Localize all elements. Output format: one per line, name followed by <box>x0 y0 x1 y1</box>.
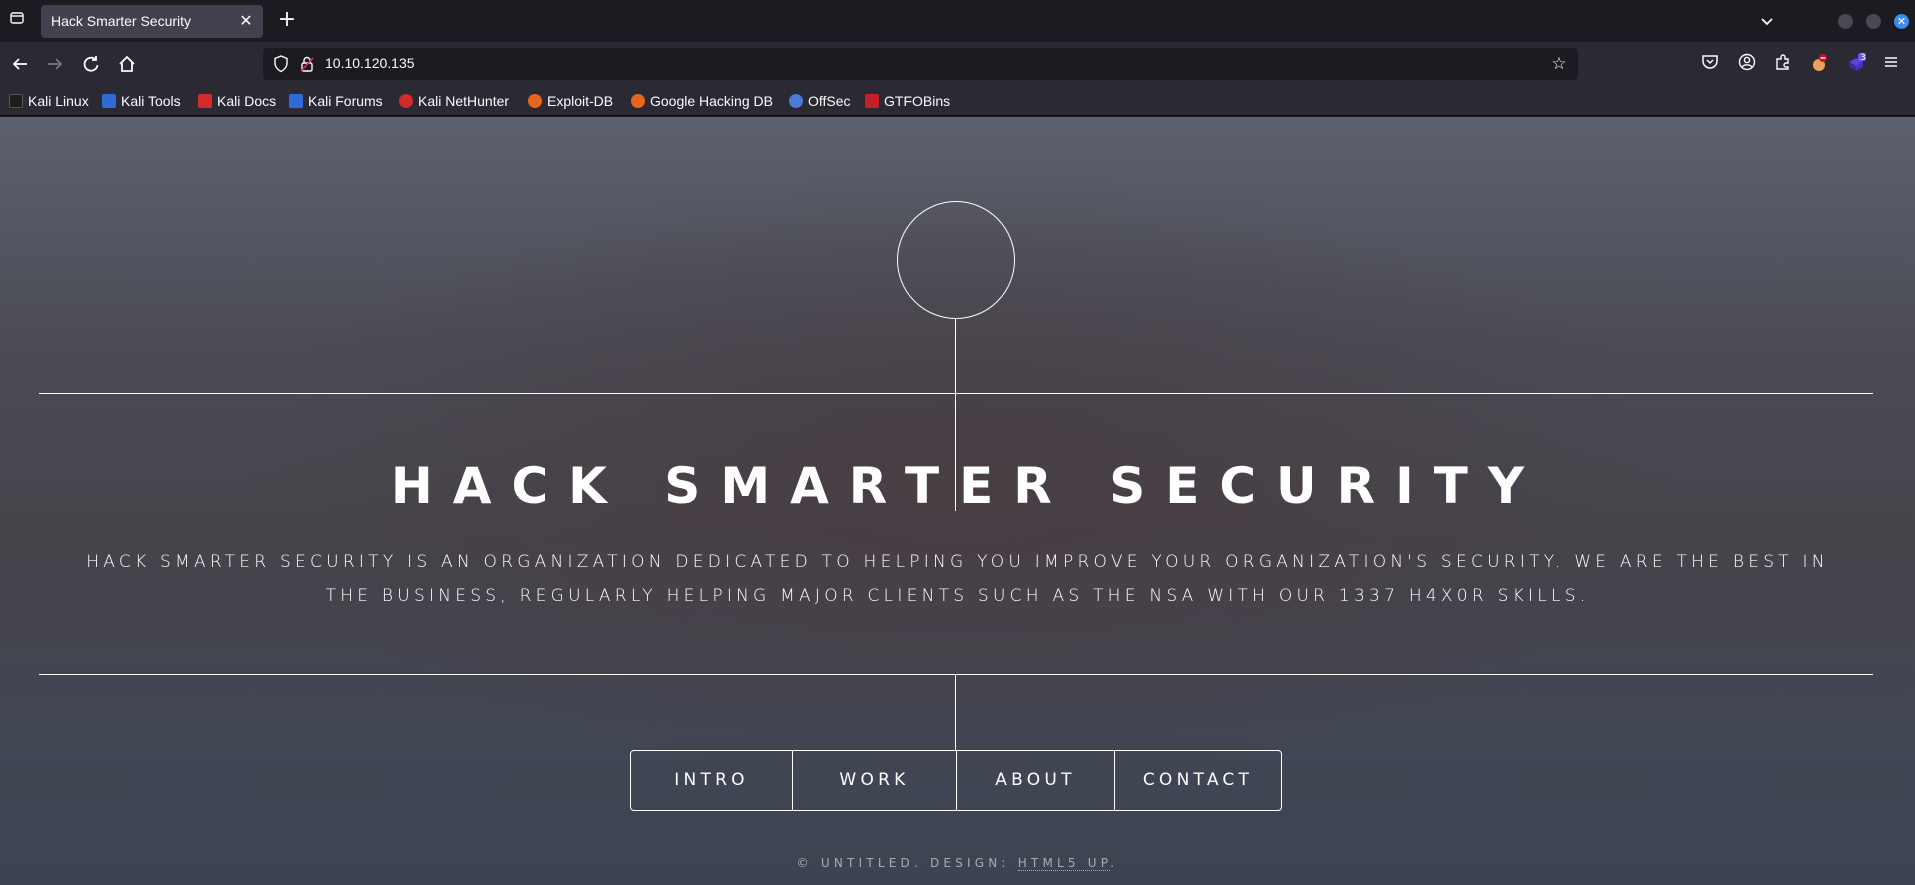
gtfobins-icon <box>865 94 879 108</box>
nav-work[interactable]: WORK <box>793 751 956 810</box>
bookmark-gtfobins[interactable]: GTFOBins <box>865 92 950 110</box>
bookmark-offsec[interactable]: OffSec <box>789 92 851 110</box>
site-title: HACK SMARTER SECURITY <box>390 457 1545 515</box>
browser-window: Hack Smarter Security ✕ + ✕ 10.10.120.13… <box>0 0 1915 885</box>
tracking-protection-shield-icon[interactable] <box>273 55 289 73</box>
tab-bar: Hack Smarter Security ✕ + ✕ <box>0 0 1915 42</box>
forward-icon[interactable] <box>43 52 67 76</box>
offsec-icon <box>789 94 803 108</box>
tab-active[interactable]: Hack Smarter Security ✕ <box>41 5 263 38</box>
tab-title: Hack Smarter Security <box>51 13 192 29</box>
tab-close-icon[interactable]: ✕ <box>237 12 255 30</box>
bookmark-kali-linux[interactable]: Kali Linux <box>9 92 89 110</box>
bookmark-kali-docs[interactable]: Kali Docs <box>198 92 276 110</box>
insecure-lock-icon[interactable] <box>299 55 315 73</box>
bookmark-kali-nethunter[interactable]: Kali NetHunter <box>399 92 509 110</box>
logo-circle <box>897 201 1015 319</box>
minimize-button[interactable] <box>1838 14 1853 29</box>
bookmark-label: Kali Forums <box>308 93 383 109</box>
footer: © UNTITLED. DESIGN: HTML5 UP. <box>0 856 1915 871</box>
bookmark-label: OffSec <box>808 93 851 109</box>
bookmark-label: Kali NetHunter <box>418 93 510 109</box>
account-icon[interactable] <box>1736 53 1758 75</box>
kali-dragon-icon <box>9 94 23 108</box>
bookmark-label: GTFOBins <box>884 93 951 109</box>
bookmarks-toolbar: Kali Linux Kali Tools Kali Docs Kali For… <box>0 86 1915 116</box>
exploit-db-icon <box>528 94 542 108</box>
footer-credit-link[interactable]: HTML5 UP <box>1017 856 1111 871</box>
extension-badge-icon[interactable]: 3 <box>1845 53 1867 75</box>
main-nav: INTRO WORK ABOUT CONTACT <box>630 750 1282 811</box>
maximize-button[interactable] <box>1866 14 1881 29</box>
extension-badge-count: 3 <box>1860 53 1866 63</box>
ghdb-icon <box>631 94 645 108</box>
nethunter-icon <box>399 94 413 108</box>
ublock-extension-icon[interactable] <box>1808 53 1830 75</box>
site-description: Hack Smarter Security is an organization… <box>86 552 1829 606</box>
url-bar[interactable]: 10.10.120.135 ☆ <box>263 48 1578 80</box>
bookmark-exploit-db[interactable]: Exploit-DB <box>528 92 613 110</box>
bookmark-label: Kali Tools <box>121 93 181 109</box>
nav-about[interactable]: ABOUT <box>957 751 1114 810</box>
new-tab-button[interactable]: + <box>276 9 298 31</box>
home-icon[interactable] <box>115 52 139 76</box>
kali-docs-icon <box>198 94 212 108</box>
bookmark-kali-tools[interactable]: Kali Tools <box>102 92 181 110</box>
nav-intro[interactable]: INTRO <box>631 751 792 810</box>
divider-top <box>39 393 1873 394</box>
firefox-view-icon[interactable] <box>6 10 28 32</box>
bookmark-label: Kali Docs <box>217 93 277 109</box>
footer-copyright: © UNTITLED. DESIGN: <box>796 856 1018 870</box>
menu-hamburger-icon[interactable] <box>1880 53 1902 75</box>
nav-contact[interactable]: CONTACT <box>1115 751 1281 810</box>
close-window-button[interactable]: ✕ <box>1894 14 1909 29</box>
kali-tools-icon <box>102 94 116 108</box>
footer-suffix: . <box>1110 856 1119 870</box>
connector-line-bottom <box>955 674 956 750</box>
bookmark-label: Kali Linux <box>28 93 89 109</box>
bookmark-label: Google Hacking DB <box>650 93 773 109</box>
bookmark-star-icon[interactable]: ☆ <box>1548 53 1570 75</box>
bookmark-google-hacking-db[interactable]: Google Hacking DB <box>631 92 773 110</box>
list-all-tabs-icon[interactable] <box>1756 11 1778 33</box>
kali-forums-icon <box>289 94 303 108</box>
bookmark-kali-forums[interactable]: Kali Forums <box>289 92 383 110</box>
extensions-puzzle-icon[interactable] <box>1772 53 1794 75</box>
navigation-toolbar: 10.10.120.135 ☆ 3 <box>0 42 1915 86</box>
reload-icon[interactable] <box>79 52 103 76</box>
bookmark-label: Exploit-DB <box>547 93 614 109</box>
web-page: HACK SMARTER SECURITY Hack Smarter Secur… <box>0 117 1915 885</box>
back-icon[interactable] <box>8 52 32 76</box>
pocket-icon[interactable] <box>1699 53 1721 75</box>
url-text: 10.10.120.135 <box>325 55 415 71</box>
divider-bottom <box>39 674 1873 675</box>
